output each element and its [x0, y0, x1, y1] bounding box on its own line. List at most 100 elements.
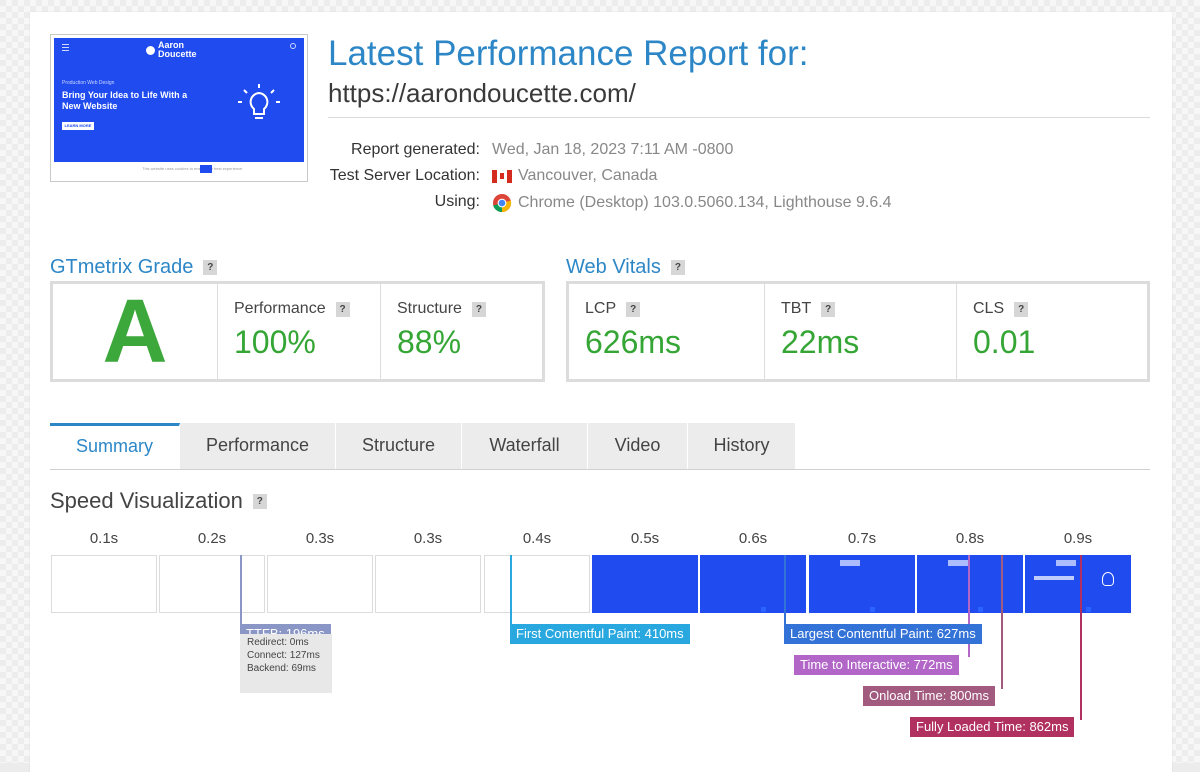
frame-logo — [948, 560, 968, 566]
ttfb-connect: Connect: 127ms — [247, 650, 320, 661]
lightbulb-icon — [1102, 572, 1114, 586]
report-generated-value: Wed, Jan 18, 2023 7:11 AM -0800 — [492, 141, 733, 159]
report-generated-label: Report generated: — [351, 141, 480, 158]
filmstrip-frame[interactable] — [917, 555, 1023, 613]
ttfb-backend: Backend: 69ms — [247, 663, 316, 674]
onload-label: Onload Time: 800ms — [863, 686, 995, 706]
logo-mark-icon — [146, 45, 155, 55]
thumbnail-button: LEARN MORE — [62, 122, 94, 130]
frame-time: 0.9s — [1063, 530, 1093, 547]
speed-visualization-heading: Speed Visualization ? — [50, 488, 267, 514]
thumbnail-headline: Bring Your Idea to Life With a New Websi… — [62, 90, 188, 111]
frame-headline — [1034, 576, 1074, 580]
cls-value: 0.01 — [973, 324, 1036, 360]
frame-time: 0.5s — [630, 530, 660, 547]
filmstrip-frame[interactable] — [159, 555, 265, 613]
gtmetrix-grade-heading: GTmetrix Grade ? — [50, 256, 218, 279]
lcp-value: 626ms — [585, 324, 682, 360]
help-icon[interactable]: ? — [252, 493, 267, 509]
gtmetrix-grade-panel: A Performance? 100% Structure? 88% — [50, 281, 545, 382]
divider — [328, 117, 1150, 118]
help-icon[interactable]: ? — [670, 260, 685, 275]
filmstrip-frame[interactable] — [809, 555, 915, 613]
frame-logo — [840, 560, 860, 566]
help-icon[interactable]: ? — [1014, 301, 1029, 317]
frame-time: 0.7s — [847, 530, 877, 547]
thumbnail-logo: Aaron Doucette — [146, 41, 197, 59]
filmstrip-frame[interactable] — [267, 555, 373, 613]
fcp-marker-line — [510, 555, 512, 625]
tab-history[interactable]: History — [688, 423, 796, 469]
report-card: Aaron Doucette Production Web Design Bri… — [30, 12, 1172, 772]
lcp-metric: LCP? 626ms — [569, 284, 764, 379]
thumbnail-cookie-bar: This website uses cookies to ensure the … — [54, 162, 304, 178]
menu-icon — [62, 44, 69, 51]
test-server-label: Test Server Location: — [329, 167, 480, 184]
frame-time: 0.3s — [305, 530, 335, 547]
help-icon[interactable]: ? — [821, 301, 836, 317]
canada-flag-icon — [492, 169, 512, 183]
fcp-label: First Contentful Paint: 410ms — [510, 624, 690, 644]
cls-label: CLS — [973, 300, 1005, 317]
tab-structure[interactable]: Structure — [336, 423, 462, 469]
using-value: Chrome (Desktop) 103.0.5060.134, Lightho… — [492, 193, 892, 213]
help-icon[interactable]: ? — [471, 301, 486, 317]
logo-line2: Doucette — [158, 49, 197, 59]
help-icon[interactable]: ? — [335, 301, 350, 317]
thumbnail-cookie-button — [200, 165, 212, 173]
fully-loaded-marker-line — [1080, 555, 1082, 720]
lcp-label: LCP — [585, 300, 617, 317]
filmstrip-frame[interactable] — [700, 555, 806, 613]
structure-label: Structure — [397, 300, 462, 317]
filmstrip-frame[interactable] — [592, 555, 698, 613]
tab-waterfall[interactable]: Waterfall — [462, 423, 588, 469]
tbt-value: 22ms — [781, 324, 860, 360]
gtmetrix-grade-title: GTmetrix Grade — [50, 256, 194, 278]
filmstrip-frame[interactable] — [51, 555, 157, 613]
frame-marker — [1086, 607, 1091, 612]
frame-logo — [1056, 560, 1076, 566]
test-server-value: Vancouver, Canada — [492, 167, 657, 185]
tab-summary[interactable]: Summary — [50, 423, 180, 469]
ttfb-marker-line — [240, 555, 242, 635]
report-generated-text: Wed, Jan 18, 2023 7:11 AM -0800 — [492, 141, 734, 158]
using-label: Using: — [434, 193, 480, 210]
ttfb-breakdown: Redirect: 0ms Connect: 127ms Backend: 69… — [240, 634, 332, 693]
site-screenshot-thumbnail[interactable]: Aaron Doucette Production Web Design Bri… — [50, 34, 308, 182]
tti-label: Time to Interactive: 772ms — [794, 655, 959, 675]
structure-value: 88% — [397, 324, 462, 360]
lcp-label: Largest Contentful Paint: 627ms — [784, 624, 982, 644]
web-vitals-heading: Web Vitals ? — [566, 256, 685, 279]
using-text: Chrome (Desktop) 103.0.5060.134, Lightho… — [518, 194, 892, 211]
frame-time: 0.6s — [738, 530, 768, 547]
thumbnail-cookie-text: This website uses cookies to ensure the … — [142, 166, 243, 171]
test-server-text: Vancouver, Canada — [518, 167, 658, 184]
frame-time: 0.2s — [197, 530, 227, 547]
tab-video[interactable]: Video — [588, 423, 688, 469]
report-tabs: Summary Performance Structure Waterfall … — [50, 423, 1150, 470]
frame-marker — [978, 607, 983, 612]
speed-visualization-title: Speed Visualization — [50, 488, 243, 513]
help-icon[interactable]: ? — [203, 260, 218, 275]
onload-marker-line — [1001, 555, 1003, 689]
help-icon[interactable]: ? — [626, 301, 641, 317]
structure-metric: Structure? 88% — [380, 284, 542, 379]
ttfb-redirect: Redirect: 0ms — [247, 637, 309, 648]
web-vitals-panel: LCP? 626ms TBT? 22ms CLS? 0.01 — [566, 281, 1150, 382]
filmstrip-frame[interactable] — [1025, 555, 1131, 613]
tab-performance[interactable]: Performance — [180, 423, 336, 469]
filmstrip-frame[interactable] — [484, 555, 590, 613]
performance-metric: Performance? 100% — [217, 284, 380, 379]
tbt-metric: TBT? 22ms — [764, 284, 956, 379]
report-url[interactable]: https://aarondoucette.com/ — [328, 78, 636, 109]
search-icon — [290, 43, 296, 49]
frame-time: 0.4s — [522, 530, 552, 547]
thumbnail-hero: Aaron Doucette Production Web Design Bri… — [54, 38, 304, 163]
web-vitals-title: Web Vitals — [566, 256, 661, 278]
filmstrip-frame[interactable] — [375, 555, 481, 613]
frame-time: 0.8s — [955, 530, 985, 547]
lcp-marker-line — [784, 555, 786, 625]
frame-time: 0.1s — [89, 530, 119, 547]
lightbulb-icon — [238, 84, 280, 119]
frame-time: 0.3s — [413, 530, 443, 547]
